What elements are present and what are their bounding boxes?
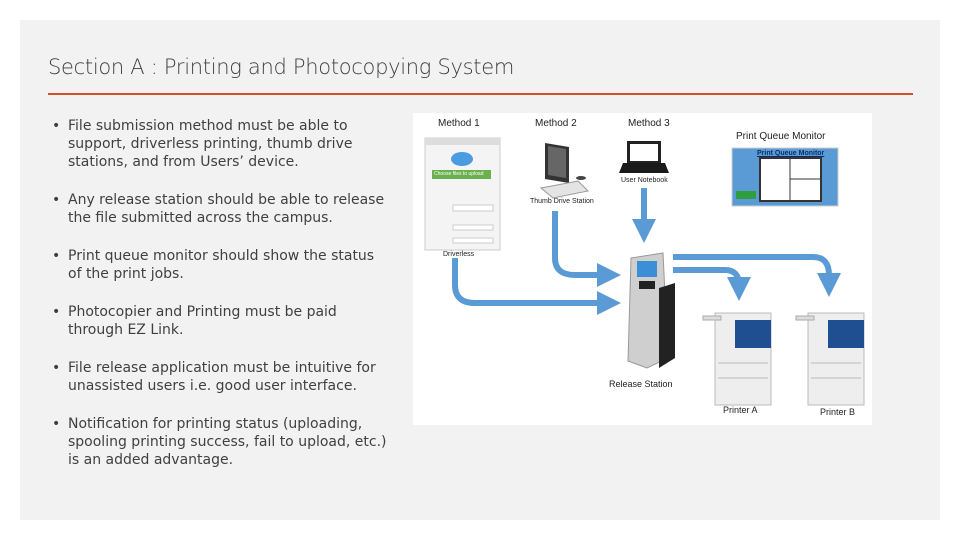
- user-notebook-label: User Notebook: [621, 177, 668, 184]
- bullet-dot: •: [52, 118, 61, 134]
- bullet-dot: •: [52, 192, 61, 208]
- arrow-release-to-printer-a: [673, 267, 751, 301]
- user-notebook-laptop: [619, 141, 669, 173]
- bullet-item: • File release application must be intuit…: [52, 359, 392, 395]
- bullet-item: • Notification for printing status (uploa…: [52, 415, 392, 469]
- thumb-drive-station-computer: [539, 143, 590, 199]
- method-1-label: Method 1: [438, 118, 480, 129]
- bullet-text: Any release station should be able to re…: [68, 192, 385, 226]
- pqm-screen-title: Print Queue Monitor: [757, 150, 825, 157]
- printer-b-label: Printer B: [820, 407, 856, 417]
- release-station-label: Release Station: [609, 379, 673, 389]
- upload-app-window: [424, 137, 501, 251]
- bullet-item: • Photocopier and Printing must be paid t…: [52, 303, 392, 339]
- driverless-label: Driverless: [443, 251, 475, 258]
- release-station-kiosk: [627, 252, 675, 369]
- bullet-dot: •: [52, 416, 61, 432]
- printer-b-image: [795, 312, 865, 406]
- printer-a-image: [702, 312, 772, 406]
- arrow-driverless-to-release: [452, 258, 621, 315]
- printing-system-diagram: Method 1 Method 2 Method 3 Print Queue M…: [413, 113, 872, 425]
- bullet-text: Photocopier and Printing must be paid th…: [68, 304, 337, 338]
- bullet-dot: •: [52, 360, 61, 376]
- bullet-text: Notification for printing status (upload…: [68, 416, 387, 468]
- thumb-drive-station-label: Thumb Drive Station: [530, 198, 594, 205]
- bullet-text: File release application must be intuiti…: [68, 360, 376, 394]
- bullet-text: Print queue monitor should show the stat…: [68, 248, 375, 282]
- bullet-dot: •: [52, 248, 61, 264]
- bullet-dot: •: [52, 304, 61, 320]
- method-2-label: Method 2: [535, 118, 577, 129]
- upload-button-label: Choose files to upload: [434, 171, 484, 177]
- bullet-item: • Any release station should be able to r…: [52, 191, 392, 227]
- arrow-thumbdrive-to-release: [552, 211, 621, 287]
- bullet-item: • File submission method must be able to …: [52, 117, 392, 171]
- title-underline: [48, 93, 913, 95]
- method-3-label: Method 3: [628, 118, 670, 129]
- bullet-item: • Print queue monitor should show the sta…: [52, 247, 392, 283]
- bullet-text: File submission method must be able to s…: [68, 118, 353, 170]
- requirements-list: • File submission method must be able to …: [52, 117, 392, 489]
- print-queue-monitor-label: Print Queue Monitor: [736, 131, 826, 142]
- slide-title: Section A : Printing and Photocopying Sy…: [48, 55, 514, 79]
- cloud-upload-icon: [451, 152, 473, 166]
- printer-a-label: Printer A: [723, 405, 758, 415]
